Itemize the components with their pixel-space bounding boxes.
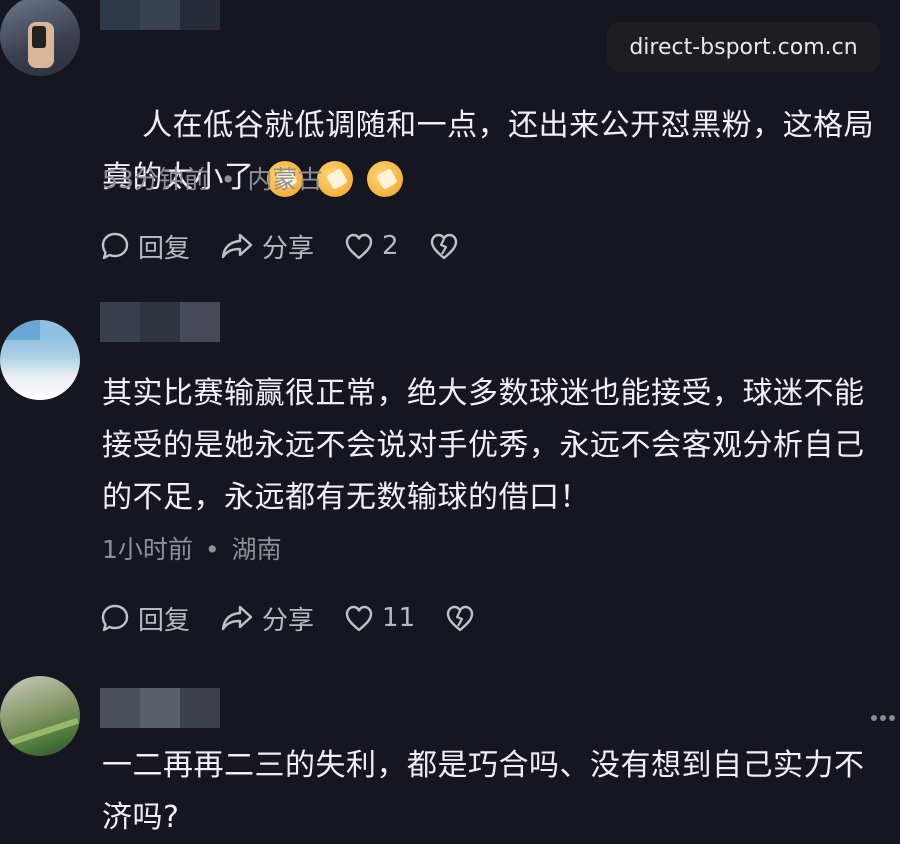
avatar[interactable] (0, 320, 80, 400)
comment-3: 一二再再二三的失利，都是巧合吗、没有想到自己实力不济吗? (0, 670, 900, 835)
meta-separator: • (220, 165, 236, 194)
comment-bubble-icon (101, 604, 129, 632)
comment-text: 其实比赛输赢很正常，绝大多数球迷也能接受，球迷不能接受的是她永远不会说对手优秀，… (102, 376, 865, 515)
username-blurred[interactable] (100, 0, 220, 30)
like-button[interactable]: 11 (344, 603, 415, 633)
comment-actions: 回复 分享 11 (100, 598, 505, 638)
dislike-button[interactable] (429, 232, 459, 260)
username-blurred[interactable] (100, 302, 220, 342)
avatar[interactable] (0, 0, 80, 76)
comment-location: 内蒙古 (247, 165, 323, 194)
comment-meta: 1小时前 • 湖南 (102, 530, 282, 566)
share-button[interactable]: 分享 (220, 228, 314, 265)
broken-heart-icon (446, 605, 474, 632)
share-arrow-icon (221, 233, 253, 259)
share-label: 分享 (262, 605, 315, 636)
dislike-button[interactable] (445, 604, 475, 632)
comment-text: 一二再再二三的失利，都是巧合吗、没有想到自己实力不济吗? (102, 748, 865, 835)
share-arrow-icon (221, 605, 253, 631)
comment-text: 人在低谷就低调随和一点，还出来公开怼黑粉，这格局真的太小了 (102, 108, 875, 197)
heart-icon (345, 605, 373, 632)
reply-button[interactable]: 回复 (100, 600, 190, 637)
comment-actions: 回复 分享 2 (100, 226, 489, 266)
comment-bubble-icon (101, 232, 129, 260)
reply-label: 回复 (138, 605, 191, 636)
heart-icon (345, 233, 373, 260)
like-count: 2 (382, 231, 399, 261)
username-blurred[interactable] (100, 688, 220, 728)
share-label: 分享 (262, 233, 315, 264)
like-button[interactable]: 2 (344, 231, 399, 261)
comment-meta: 53分钟前 • 内蒙古 (102, 160, 322, 196)
meta-separator: • (204, 535, 220, 564)
comment-time: 53分钟前 (102, 165, 209, 194)
more-dots-icon[interactable] (870, 714, 896, 722)
broken-heart-icon (430, 233, 457, 260)
reply-label: 回复 (138, 233, 191, 264)
avatar[interactable] (0, 676, 80, 756)
reply-button[interactable]: 回复 (100, 228, 190, 265)
like-count: 11 (382, 603, 416, 633)
comment-location: 湖南 (231, 535, 282, 564)
comment-1: 人在低谷就低调随和一点，还出来公开怼黑粉，这格局真的太小了 53分钟前 • 内蒙… (0, 0, 900, 290)
comment-2: 其实比赛输赢很正常，绝大多数球迷也能接受，球迷不能接受的是她永远不会说对手优秀，… (0, 300, 900, 660)
facepalm-emoji-icon (366, 160, 403, 197)
comment-time: 1小时前 (102, 535, 193, 564)
share-button[interactable]: 分享 (220, 600, 314, 637)
